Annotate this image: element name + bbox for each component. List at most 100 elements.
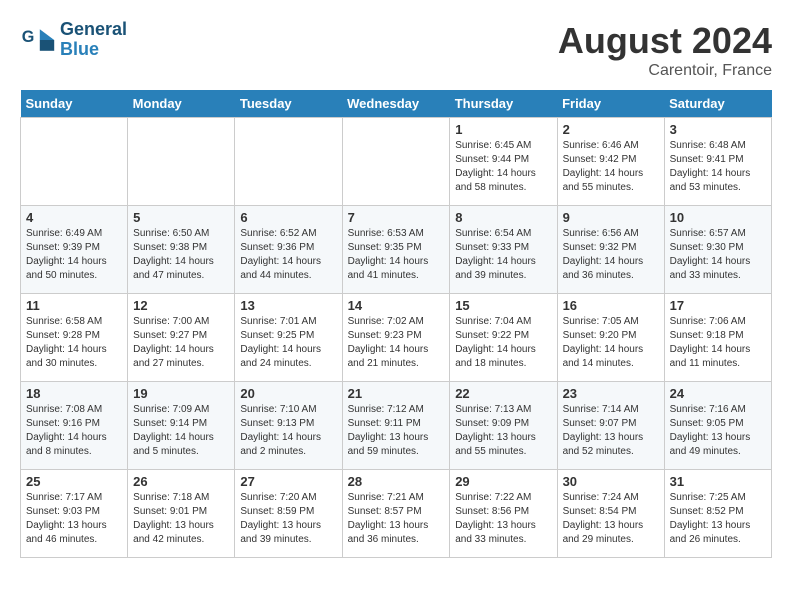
weekday-header-row: SundayMondayTuesdayWednesdayThursdayFrid…	[21, 90, 772, 118]
day-cell: 30 Sunrise: 7:24 AM Sunset: 8:54 PM Dayli…	[557, 470, 664, 558]
title-block: August 2024 Carentoir, France	[558, 20, 772, 80]
day-info: Sunrise: 7:09 AM Sunset: 9:14 PM Dayligh…	[133, 403, 229, 459]
day-info: Sunrise: 6:58 AM Sunset: 9:28 PM Dayligh…	[26, 315, 122, 371]
day-number: 13	[240, 298, 336, 313]
calendar-table: SundayMondayTuesdayWednesdayThursdayFrid…	[20, 90, 772, 558]
week-row-2: 4Sunrise: 6:49 AM Sunset: 9:39 PM Daylig…	[21, 206, 772, 294]
day-cell: 16Sunrise: 7:05 AM Sunset: 9:20 PM Dayli…	[557, 294, 664, 382]
day-cell: 7Sunrise: 6:53 AM Sunset: 9:35 PM Daylig…	[342, 206, 450, 294]
day-number: 29	[455, 474, 551, 489]
day-cell: 14 Sunrise: 7:02 AM Sunset: 9:23 PM Dayli…	[342, 294, 450, 382]
day-number: 8	[455, 210, 551, 225]
day-info: Sunrise: 7:04 AM Sunset: 9:22 PM Dayligh…	[455, 315, 551, 371]
logo-icon: G	[20, 22, 56, 58]
day-cell: 31 Sunrise: 7:25 AM Sunset: 8:52 PM Dayli…	[664, 470, 771, 558]
svg-text:G: G	[22, 28, 35, 46]
day-number: 31	[670, 474, 766, 489]
day-info: Sunrise: 6:57 AM Sunset: 9:30 PM Dayligh…	[670, 227, 766, 283]
day-info: Sunrise: 7:10 AM Sunset: 9:13 PM Dayligh…	[240, 403, 336, 459]
day-info: Sunrise: 7:20 AM Sunset: 8:59 PM Dayligh…	[240, 491, 336, 547]
week-row-1: 1 Sunrise: 6:45 AM Sunset: 9:44 PM Daylig…	[21, 118, 772, 206]
day-cell: 9 Sunrise: 6:56 AM Sunset: 9:32 PM Daylig…	[557, 206, 664, 294]
day-number: 18	[26, 386, 122, 401]
day-cell	[128, 118, 235, 206]
day-info: Sunrise: 6:45 AM Sunset: 9:44 PM Dayligh…	[455, 139, 551, 195]
day-info: Sunrise: 7:06 AM Sunset: 9:18 PM Dayligh…	[670, 315, 766, 371]
day-number: 16	[563, 298, 659, 313]
day-number: 22	[455, 386, 551, 401]
location: Carentoir, France	[558, 62, 772, 80]
day-cell: 20 Sunrise: 7:10 AM Sunset: 9:13 PM Dayli…	[235, 382, 342, 470]
day-info: Sunrise: 7:17 AM Sunset: 9:03 PM Dayligh…	[26, 491, 122, 547]
day-cell: 28 Sunrise: 7:21 AM Sunset: 8:57 PM Dayli…	[342, 470, 450, 558]
day-cell: 13Sunrise: 7:01 AM Sunset: 9:25 PM Dayli…	[235, 294, 342, 382]
day-number: 2	[563, 122, 659, 137]
day-number: 20	[240, 386, 336, 401]
weekday-header-saturday: Saturday	[664, 90, 771, 118]
day-info: Sunrise: 6:54 AM Sunset: 9:33 PM Dayligh…	[455, 227, 551, 283]
day-cell: 26 Sunrise: 7:18 AM Sunset: 9:01 PM Dayli…	[128, 470, 235, 558]
day-info: Sunrise: 7:02 AM Sunset: 9:23 PM Dayligh…	[348, 315, 445, 371]
day-info: Sunrise: 7:08 AM Sunset: 9:16 PM Dayligh…	[26, 403, 122, 459]
day-cell: 19 Sunrise: 7:09 AM Sunset: 9:14 PM Dayli…	[128, 382, 235, 470]
day-info: Sunrise: 7:21 AM Sunset: 8:57 PM Dayligh…	[348, 491, 445, 547]
day-cell	[21, 118, 128, 206]
day-number: 19	[133, 386, 229, 401]
day-number: 5	[133, 210, 229, 225]
day-cell: 3Sunrise: 6:48 AM Sunset: 9:41 PM Daylig…	[664, 118, 771, 206]
day-cell: 10 Sunrise: 6:57 AM Sunset: 9:30 PM Dayli…	[664, 206, 771, 294]
day-info: Sunrise: 7:00 AM Sunset: 9:27 PM Dayligh…	[133, 315, 229, 371]
day-number: 6	[240, 210, 336, 225]
day-info: Sunrise: 6:48 AM Sunset: 9:41 PM Dayligh…	[670, 139, 766, 195]
day-cell: 1 Sunrise: 6:45 AM Sunset: 9:44 PM Daylig…	[450, 118, 557, 206]
day-info: Sunrise: 6:50 AM Sunset: 9:38 PM Dayligh…	[133, 227, 229, 283]
page-header: G General Blue August 2024 Carentoir, Fr…	[20, 20, 772, 80]
day-number: 17	[670, 298, 766, 313]
day-info: Sunrise: 6:56 AM Sunset: 9:32 PM Dayligh…	[563, 227, 659, 283]
day-cell: 21Sunrise: 7:12 AM Sunset: 9:11 PM Dayli…	[342, 382, 450, 470]
day-number: 10	[670, 210, 766, 225]
day-number: 27	[240, 474, 336, 489]
day-cell: 4Sunrise: 6:49 AM Sunset: 9:39 PM Daylig…	[21, 206, 128, 294]
day-number: 9	[563, 210, 659, 225]
logo: G General Blue	[20, 20, 127, 60]
day-number: 26	[133, 474, 229, 489]
weekday-header-monday: Monday	[128, 90, 235, 118]
day-number: 7	[348, 210, 445, 225]
day-info: Sunrise: 7:22 AM Sunset: 8:56 PM Dayligh…	[455, 491, 551, 547]
day-cell: 15Sunrise: 7:04 AM Sunset: 9:22 PM Dayli…	[450, 294, 557, 382]
day-number: 11	[26, 298, 122, 313]
day-info: Sunrise: 7:13 AM Sunset: 9:09 PM Dayligh…	[455, 403, 551, 459]
day-cell: 6 Sunrise: 6:52 AM Sunset: 9:36 PM Daylig…	[235, 206, 342, 294]
day-number: 1	[455, 122, 551, 137]
day-cell	[235, 118, 342, 206]
day-cell: 24 Sunrise: 7:16 AM Sunset: 9:05 PM Dayli…	[664, 382, 771, 470]
day-info: Sunrise: 7:18 AM Sunset: 9:01 PM Dayligh…	[133, 491, 229, 547]
week-row-5: 25Sunrise: 7:17 AM Sunset: 9:03 PM Dayli…	[21, 470, 772, 558]
day-cell: 17 Sunrise: 7:06 AM Sunset: 9:18 PM Dayli…	[664, 294, 771, 382]
weekday-header-thursday: Thursday	[450, 90, 557, 118]
day-cell: 12Sunrise: 7:00 AM Sunset: 9:27 PM Dayli…	[128, 294, 235, 382]
day-cell: 29 Sunrise: 7:22 AM Sunset: 8:56 PM Dayli…	[450, 470, 557, 558]
weekday-header-friday: Friday	[557, 90, 664, 118]
weekday-header-tuesday: Tuesday	[235, 90, 342, 118]
day-number: 14	[348, 298, 445, 313]
day-info: Sunrise: 6:52 AM Sunset: 9:36 PM Dayligh…	[240, 227, 336, 283]
day-cell: 11 Sunrise: 6:58 AM Sunset: 9:28 PM Dayli…	[21, 294, 128, 382]
day-cell: 22 Sunrise: 7:13 AM Sunset: 9:09 PM Dayli…	[450, 382, 557, 470]
day-cell: 27 Sunrise: 7:20 AM Sunset: 8:59 PM Dayli…	[235, 470, 342, 558]
day-cell: 25Sunrise: 7:17 AM Sunset: 9:03 PM Dayli…	[21, 470, 128, 558]
day-number: 24	[670, 386, 766, 401]
day-info: Sunrise: 6:46 AM Sunset: 9:42 PM Dayligh…	[563, 139, 659, 195]
day-number: 28	[348, 474, 445, 489]
logo-line1: General	[60, 20, 127, 40]
logo-line2: Blue	[60, 40, 127, 60]
day-info: Sunrise: 7:16 AM Sunset: 9:05 PM Dayligh…	[670, 403, 766, 459]
day-number: 21	[348, 386, 445, 401]
day-info: Sunrise: 7:24 AM Sunset: 8:54 PM Dayligh…	[563, 491, 659, 547]
day-cell: 5 Sunrise: 6:50 AM Sunset: 9:38 PM Daylig…	[128, 206, 235, 294]
day-number: 23	[563, 386, 659, 401]
weekday-header-sunday: Sunday	[21, 90, 128, 118]
day-info: Sunrise: 7:25 AM Sunset: 8:52 PM Dayligh…	[670, 491, 766, 547]
day-number: 30	[563, 474, 659, 489]
